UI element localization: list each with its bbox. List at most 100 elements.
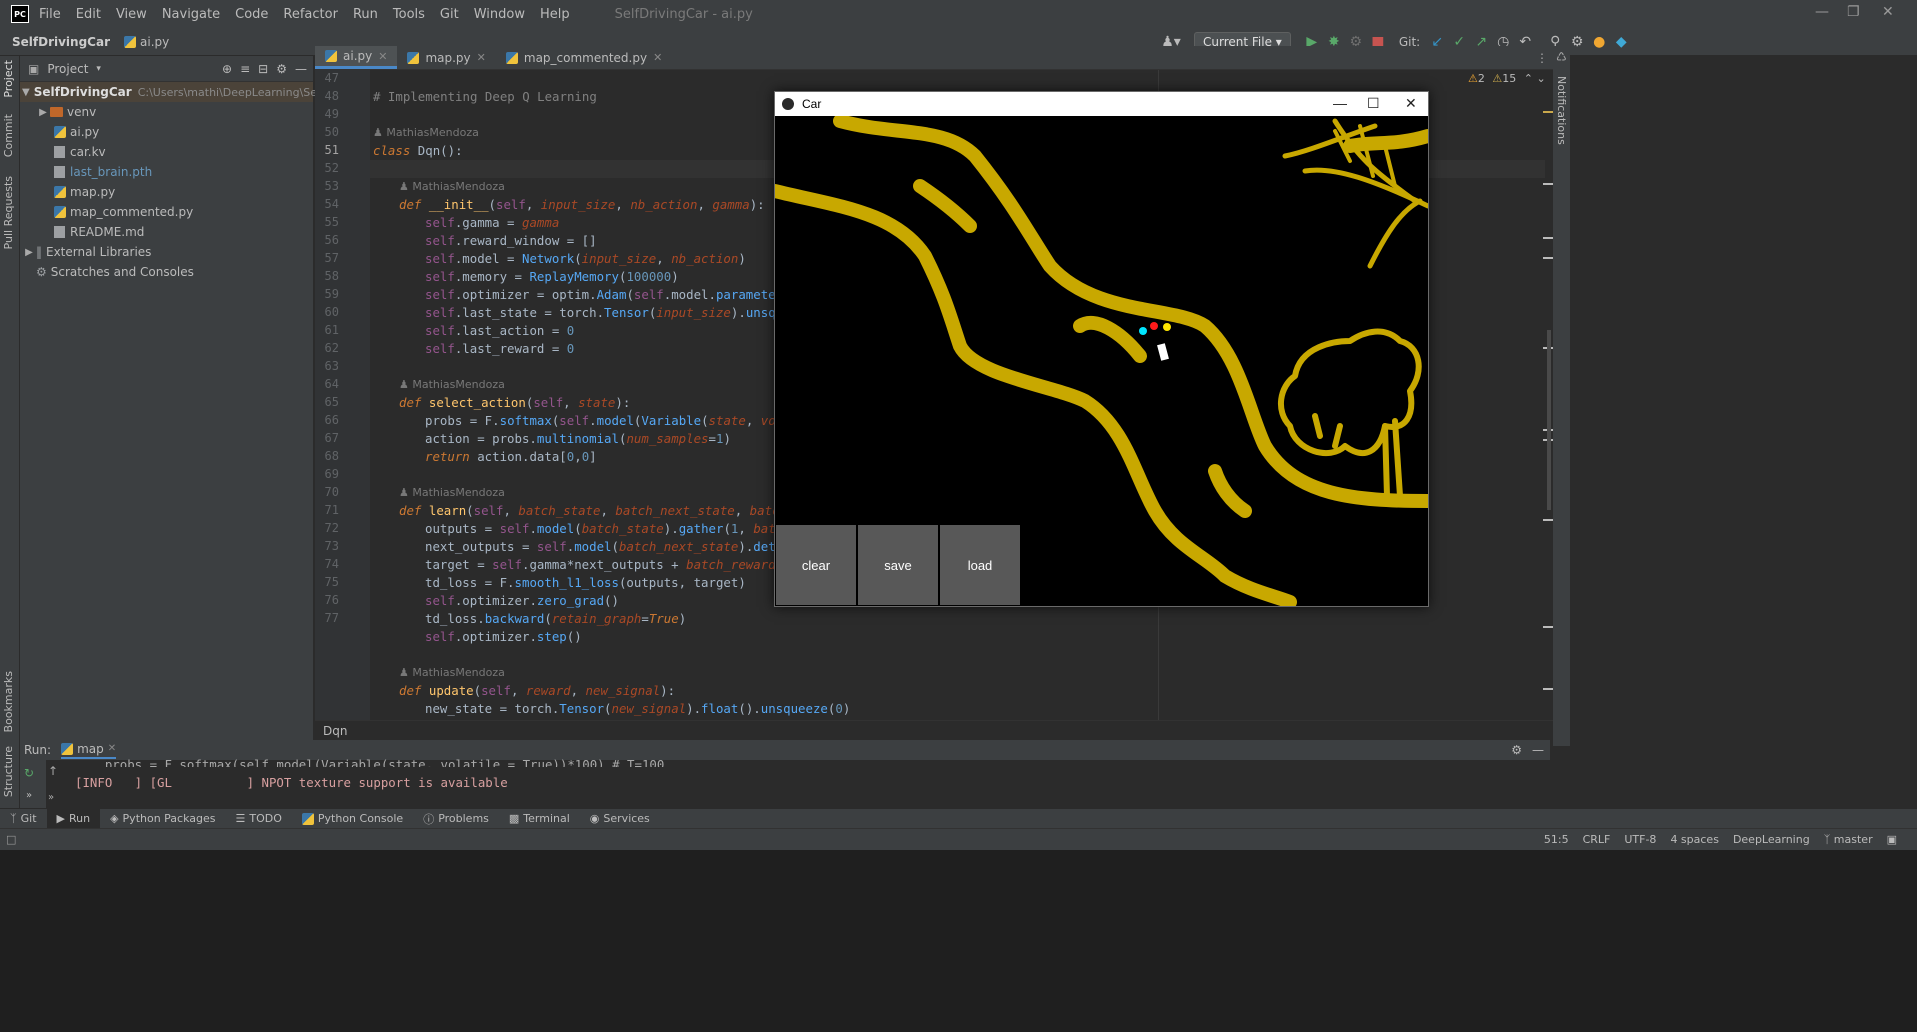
tree-item-car-kv[interactable]: car.kv (20, 142, 313, 162)
tab-terminal[interactable]: ▩ Terminal (499, 809, 580, 828)
line-number[interactable]: 76 (315, 593, 339, 607)
close-tab-icon[interactable]: ✕ (653, 51, 662, 64)
scroll-marker[interactable] (1543, 237, 1553, 239)
menu-git[interactable]: Git (440, 7, 459, 22)
author-hint[interactable]: ♟ MathiasMendoza (399, 180, 505, 193)
menu-help[interactable]: Help (540, 7, 570, 22)
scroll-up-icon[interactable]: ↑ (48, 764, 58, 778)
car-window-titlebar[interactable]: Car — ☐ ✕ (775, 92, 1428, 116)
line-number[interactable]: 61 (315, 323, 339, 337)
breadcrumb-project[interactable]: SelfDrivingCar (12, 35, 110, 49)
line-number[interactable]: 58 (315, 269, 339, 283)
tab-todo[interactable]: ☰ TODO (226, 809, 292, 828)
line-number[interactable]: 75 (315, 575, 339, 589)
clear-button[interactable]: clear (776, 525, 856, 605)
line-number[interactable]: 50 (315, 125, 339, 139)
scroll-marker[interactable] (1543, 111, 1553, 113)
tree-item-map-py[interactable]: map.py (20, 182, 313, 202)
pull-requests-tool-tab[interactable]: Pull Requests (2, 176, 15, 249)
line-number[interactable]: 65 (315, 395, 339, 409)
tab-python-console[interactable]: Python Console (292, 809, 413, 828)
notifications-tool-tab[interactable]: Notifications (1555, 76, 1568, 145)
git-branch[interactable]: ᛉ master (1824, 833, 1873, 846)
editor-scrollbar[interactable] (1547, 330, 1551, 510)
line-number[interactable]: 48 (315, 89, 339, 103)
close-icon[interactable]: ✕ (1882, 4, 1894, 20)
line-number[interactable]: 67 (315, 431, 339, 445)
line-number[interactable]: 74 (315, 557, 339, 571)
tree-item-map-commented[interactable]: map_commented.py (20, 202, 313, 222)
maximize-icon[interactable]: ☐ (1367, 95, 1380, 112)
tab-map-commented[interactable]: map_commented.py ✕ (496, 46, 672, 69)
tree-item-external-libraries[interactable]: ▶ ‖ External Libraries (20, 242, 313, 262)
rerun-icon[interactable]: ↻ (24, 766, 34, 780)
line-number[interactable]: 73 (315, 539, 339, 553)
collapse-all-icon[interactable]: ⊟ (258, 62, 268, 76)
caret-position[interactable]: 51:5 (1544, 833, 1569, 846)
hide-icon[interactable]: — (1532, 743, 1544, 757)
inspection-widget[interactable]: ⚠2 ⚠15 ⌃ ⌄ (1468, 72, 1546, 85)
menu-view[interactable]: View (116, 7, 147, 22)
author-hint[interactable]: ♟ MathiasMendoza (399, 486, 505, 499)
hide-icon[interactable]: — (295, 62, 307, 76)
run-tab-map[interactable]: map ✕ (61, 742, 117, 759)
menu-navigate[interactable]: Navigate (162, 7, 220, 22)
minimize-icon[interactable]: — (1333, 95, 1347, 111)
tree-item-ai-py[interactable]: ai.py (20, 122, 313, 142)
menu-code[interactable]: Code (235, 7, 268, 22)
author-hint[interactable]: ♟ MathiasMendoza (373, 126, 479, 139)
tree-item-last-brain[interactable]: last_brain.pth (20, 162, 313, 182)
tab-menu-icon[interactable]: ⋮ (1536, 51, 1548, 65)
line-number[interactable]: 72 (315, 521, 339, 535)
update-icon[interactable]: ● (1588, 34, 1610, 50)
menu-run[interactable]: Run (353, 7, 378, 22)
line-number[interactable]: 55 (315, 215, 339, 229)
menu-window[interactable]: Window (474, 7, 525, 22)
chevron-right-icon[interactable]: ▶ (22, 247, 36, 258)
tab-map-py[interactable]: map.py ✕ (397, 46, 495, 69)
line-number[interactable]: 66 (315, 413, 339, 427)
line-number[interactable]: 59 (315, 287, 339, 301)
tree-root[interactable]: ▼ SelfDrivingCar C:\Users\mathi\DeepLear… (20, 82, 382, 102)
dropdown-icon[interactable]: ▾ (96, 64, 101, 74)
line-number[interactable]: 63 (315, 359, 339, 373)
scroll-marker[interactable] (1543, 257, 1553, 259)
scroll-marker[interactable] (1543, 519, 1553, 521)
close-tab-icon[interactable]: ✕ (108, 743, 116, 754)
menu-file[interactable]: File (39, 7, 61, 22)
line-number[interactable]: 71 (315, 503, 339, 517)
tree-item-scratches[interactable]: ⚙ Scratches and Consoles (20, 262, 313, 282)
more-icon[interactable]: » (48, 792, 54, 803)
line-number[interactable]: 57 (315, 251, 339, 265)
line-number[interactable]: 70 (315, 485, 339, 499)
line-number[interactable]: 56 (315, 233, 339, 247)
minimize-icon[interactable]: — (1815, 4, 1829, 20)
line-number[interactable]: 51 (315, 143, 339, 157)
commit-tool-tab[interactable]: Commit (2, 114, 15, 157)
scroll-marker[interactable] (1543, 183, 1553, 185)
author-hint[interactable]: ♟ MathiasMendoza (399, 378, 505, 391)
line-separator[interactable]: CRLF (1583, 833, 1611, 846)
indent-setting[interactable]: 4 spaces (1670, 833, 1719, 846)
tab-python-packages[interactable]: ◈ Python Packages (100, 809, 225, 828)
jetbrains-logo-icon[interactable]: ◆ (1610, 34, 1632, 50)
close-icon[interactable]: ✕ (1405, 95, 1417, 112)
tab-problems[interactable]: ⓘ Problems (413, 809, 499, 828)
breadcrumb-file[interactable]: ai.py (124, 35, 169, 49)
line-number[interactable]: 60 (315, 305, 339, 319)
project-panel-title[interactable]: Project (47, 62, 88, 76)
tree-item-readme[interactable]: README.md (20, 222, 313, 242)
menu-tools[interactable]: Tools (393, 7, 425, 22)
interpreter[interactable]: DeepLearning (1733, 833, 1810, 846)
line-number[interactable]: 69 (315, 467, 339, 481)
lock-icon[interactable]: ▣ (1887, 833, 1897, 846)
gear-icon[interactable]: ⚙ (276, 62, 287, 76)
chevron-down-icon[interactable]: ▼ (22, 87, 30, 98)
line-number[interactable]: 62 (315, 341, 339, 355)
tab-run[interactable]: ▶ Run (46, 809, 101, 828)
chevron-right-icon[interactable]: ▶ (36, 107, 50, 118)
tab-git[interactable]: ᛉ Git (0, 809, 47, 828)
locate-icon[interactable]: ⊕ (222, 62, 232, 76)
close-tab-icon[interactable]: ✕ (378, 50, 387, 63)
line-number[interactable]: 52 (315, 161, 339, 175)
